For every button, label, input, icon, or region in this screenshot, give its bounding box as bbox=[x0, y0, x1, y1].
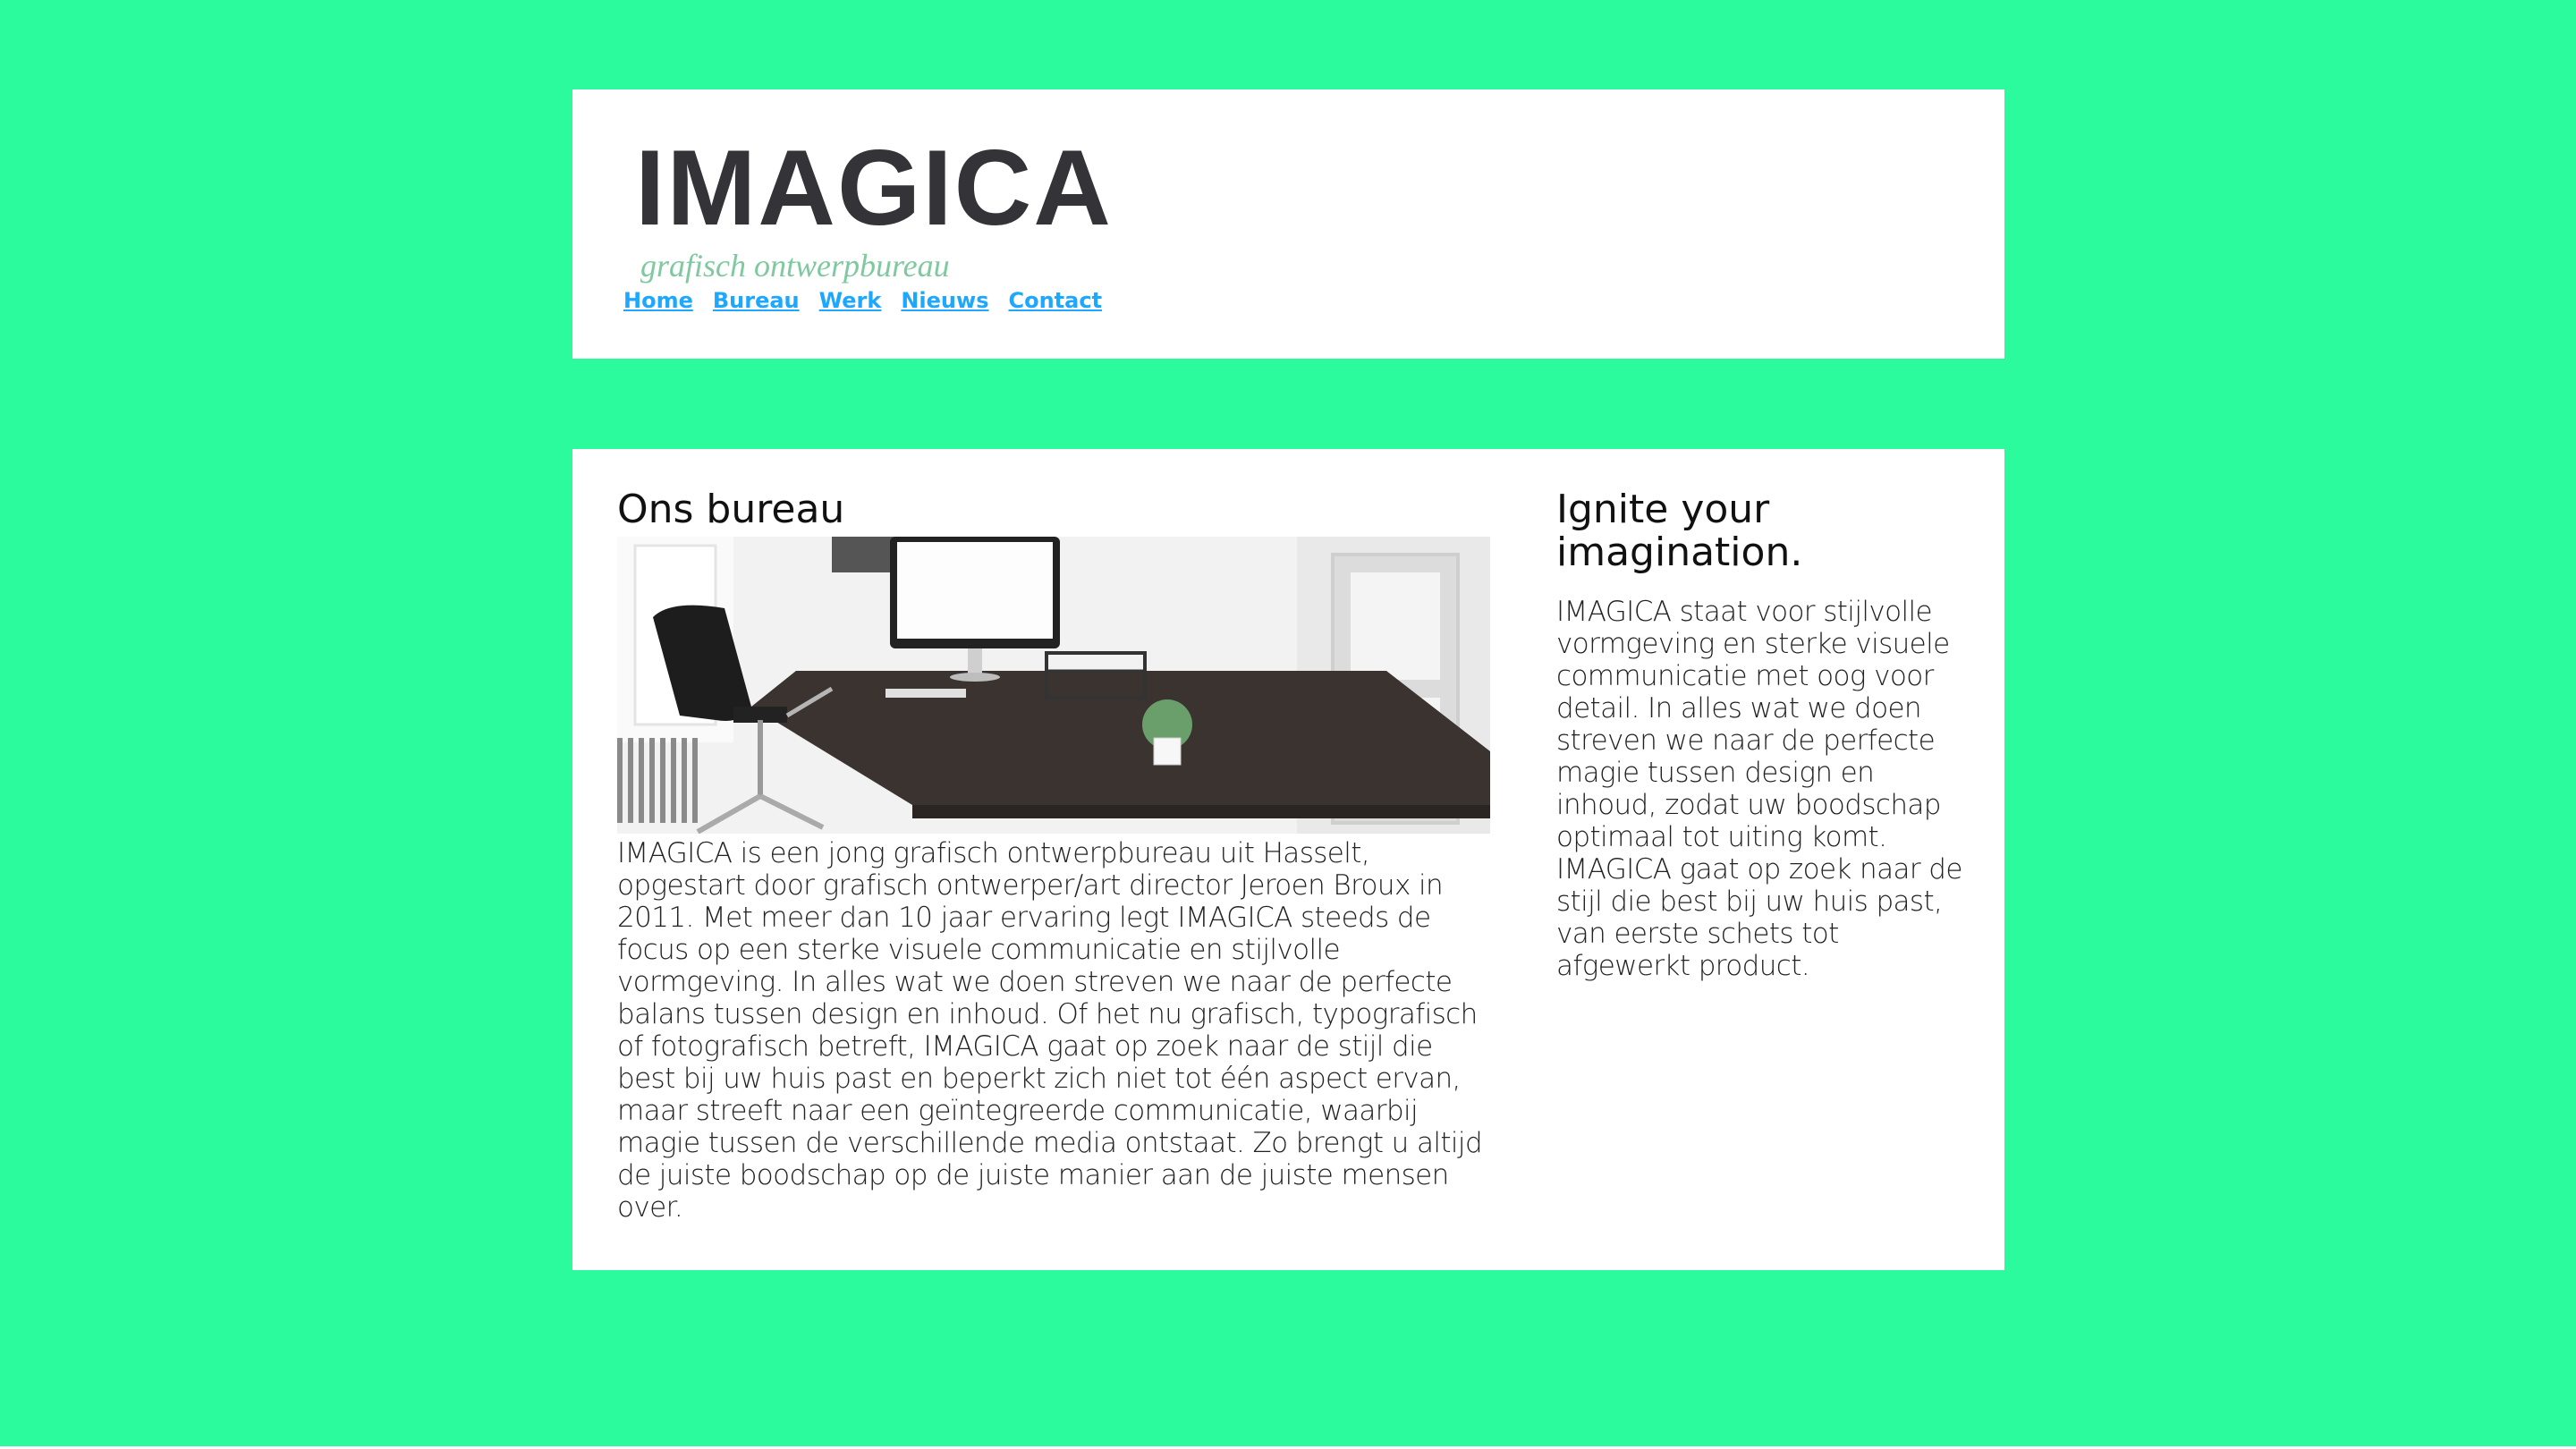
tagline-section: Ignite your imagination. IMAGICA staat v… bbox=[1556, 487, 1968, 983]
office-photo bbox=[617, 537, 1490, 834]
nav-link-home[interactable]: Home bbox=[623, 288, 693, 313]
site-header: IMAGICA grafisch ontwerpbureau Home Bure… bbox=[572, 89, 2004, 359]
about-heading: Ons bureau bbox=[617, 487, 845, 532]
site-logo[interactable]: IMAGICA grafisch ontwerpbureau bbox=[635, 134, 1113, 284]
about-text: IMAGICA is een jong grafisch ontwerpbure… bbox=[617, 837, 1483, 1224]
tagline-heading: Ignite your imagination. bbox=[1556, 487, 1803, 575]
logo-wordmark: IMAGICA bbox=[635, 128, 1113, 248]
nav-link-werk[interactable]: Werk bbox=[819, 288, 882, 313]
nav-link-nieuws[interactable]: Nieuws bbox=[901, 288, 988, 313]
main-content: Ons bureau IMAGICA is een jong grafisch … bbox=[572, 449, 2004, 1270]
tagline-text: IMAGICA staat voor stijlvolle vormgeving… bbox=[1556, 596, 1962, 982]
about-section: Ons bureau IMAGICA is een jong grafisch … bbox=[617, 488, 1490, 1224]
nav-link-bureau[interactable]: Bureau bbox=[713, 288, 800, 313]
logo-tagline: grafisch ontwerpbureau bbox=[640, 248, 950, 284]
main-nav: Home Bureau Werk Nieuws Contact bbox=[623, 288, 1102, 313]
nav-link-contact[interactable]: Contact bbox=[1008, 288, 1102, 313]
